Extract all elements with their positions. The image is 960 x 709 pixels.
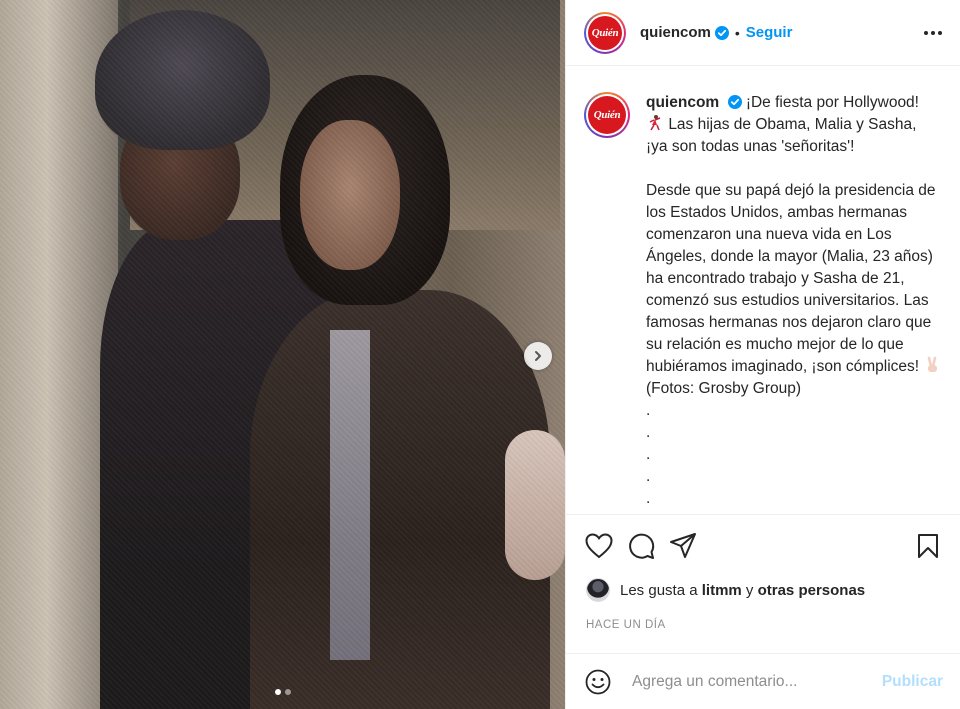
quien-logo: Quién (588, 96, 626, 134)
post-header: Quién quiencom • Seguir (566, 0, 960, 66)
liker-username[interactable]: litmm (702, 582, 742, 599)
dancer-emoji-icon (649, 115, 661, 131)
paper-plane-icon (670, 532, 696, 558)
caption-credits: (Fotos: Grosby Group) (646, 380, 802, 397)
caption-avatar[interactable]: Quién (584, 92, 630, 138)
save-button[interactable] (913, 531, 943, 561)
verified-badge-icon (727, 95, 742, 109)
caption-dots: . . . . . (646, 402, 651, 507)
smiley-icon (585, 669, 611, 694)
more-options-icon (924, 30, 928, 35)
likes-summary: Les gusta a litmm y otras personas (586, 578, 865, 602)
separator-dot: • (734, 24, 740, 41)
carousel-indicator (0, 689, 565, 695)
emoji-picker-button[interactable] (584, 668, 612, 696)
comment-button[interactable] (626, 531, 656, 561)
follow-button[interactable]: Seguir (746, 24, 793, 41)
photo-grain (0, 0, 565, 709)
publish-button[interactable]: Publicar (882, 673, 943, 691)
liker-avatar[interactable] (586, 578, 610, 602)
likes-prefix: Les gusta a (620, 581, 698, 599)
post-actions (566, 514, 960, 576)
post-photo[interactable] (0, 0, 565, 709)
next-image-button[interactable] (524, 342, 552, 370)
share-button[interactable] (668, 531, 698, 561)
carousel-dot-active (274, 689, 281, 695)
post-timestamp[interactable]: HACE UN DÍA (586, 619, 666, 631)
likes-connector: y (745, 581, 754, 599)
post-side-panel: Quién quiencom • Seguir Quién quiencom ¡… (565, 0, 960, 709)
caption-body: Desde que su papá dejó la presidencia de… (646, 182, 936, 375)
carousel-dot (284, 689, 291, 695)
more-options-button[interactable] (924, 30, 942, 35)
comment-bubble-icon (629, 533, 655, 559)
profile-avatar[interactable]: Quién (584, 11, 626, 54)
caption-username[interactable]: quiencom (646, 94, 719, 111)
header-username[interactable]: quiencom (640, 24, 711, 41)
caption-line-2: Las hijas de Obama, Malia y Sasha, ¡ya s… (646, 116, 917, 155)
likes-others-link[interactable]: otras personas (758, 582, 866, 599)
victory-hand-emoji-icon (928, 356, 938, 372)
chevron-right-icon (535, 351, 541, 361)
bookmark-icon (918, 533, 938, 558)
caption-area: Quién quiencom ¡De fiesta por Hollywood!… (566, 66, 960, 514)
like-button[interactable] (584, 531, 614, 561)
caption-line-1: ¡De fiesta por Hollywood! (745, 94, 919, 111)
comment-input[interactable] (632, 672, 862, 691)
quien-logo: Quién (588, 15, 622, 50)
verified-badge-icon (714, 25, 729, 40)
comment-bar: Publicar (566, 653, 960, 709)
instagram-post: Quién quiencom • Seguir Quién quiencom ¡… (0, 0, 960, 709)
heart-icon (585, 532, 613, 558)
caption-text: quiencom ¡De fiesta por Hollywood! Las h… (646, 92, 942, 514)
